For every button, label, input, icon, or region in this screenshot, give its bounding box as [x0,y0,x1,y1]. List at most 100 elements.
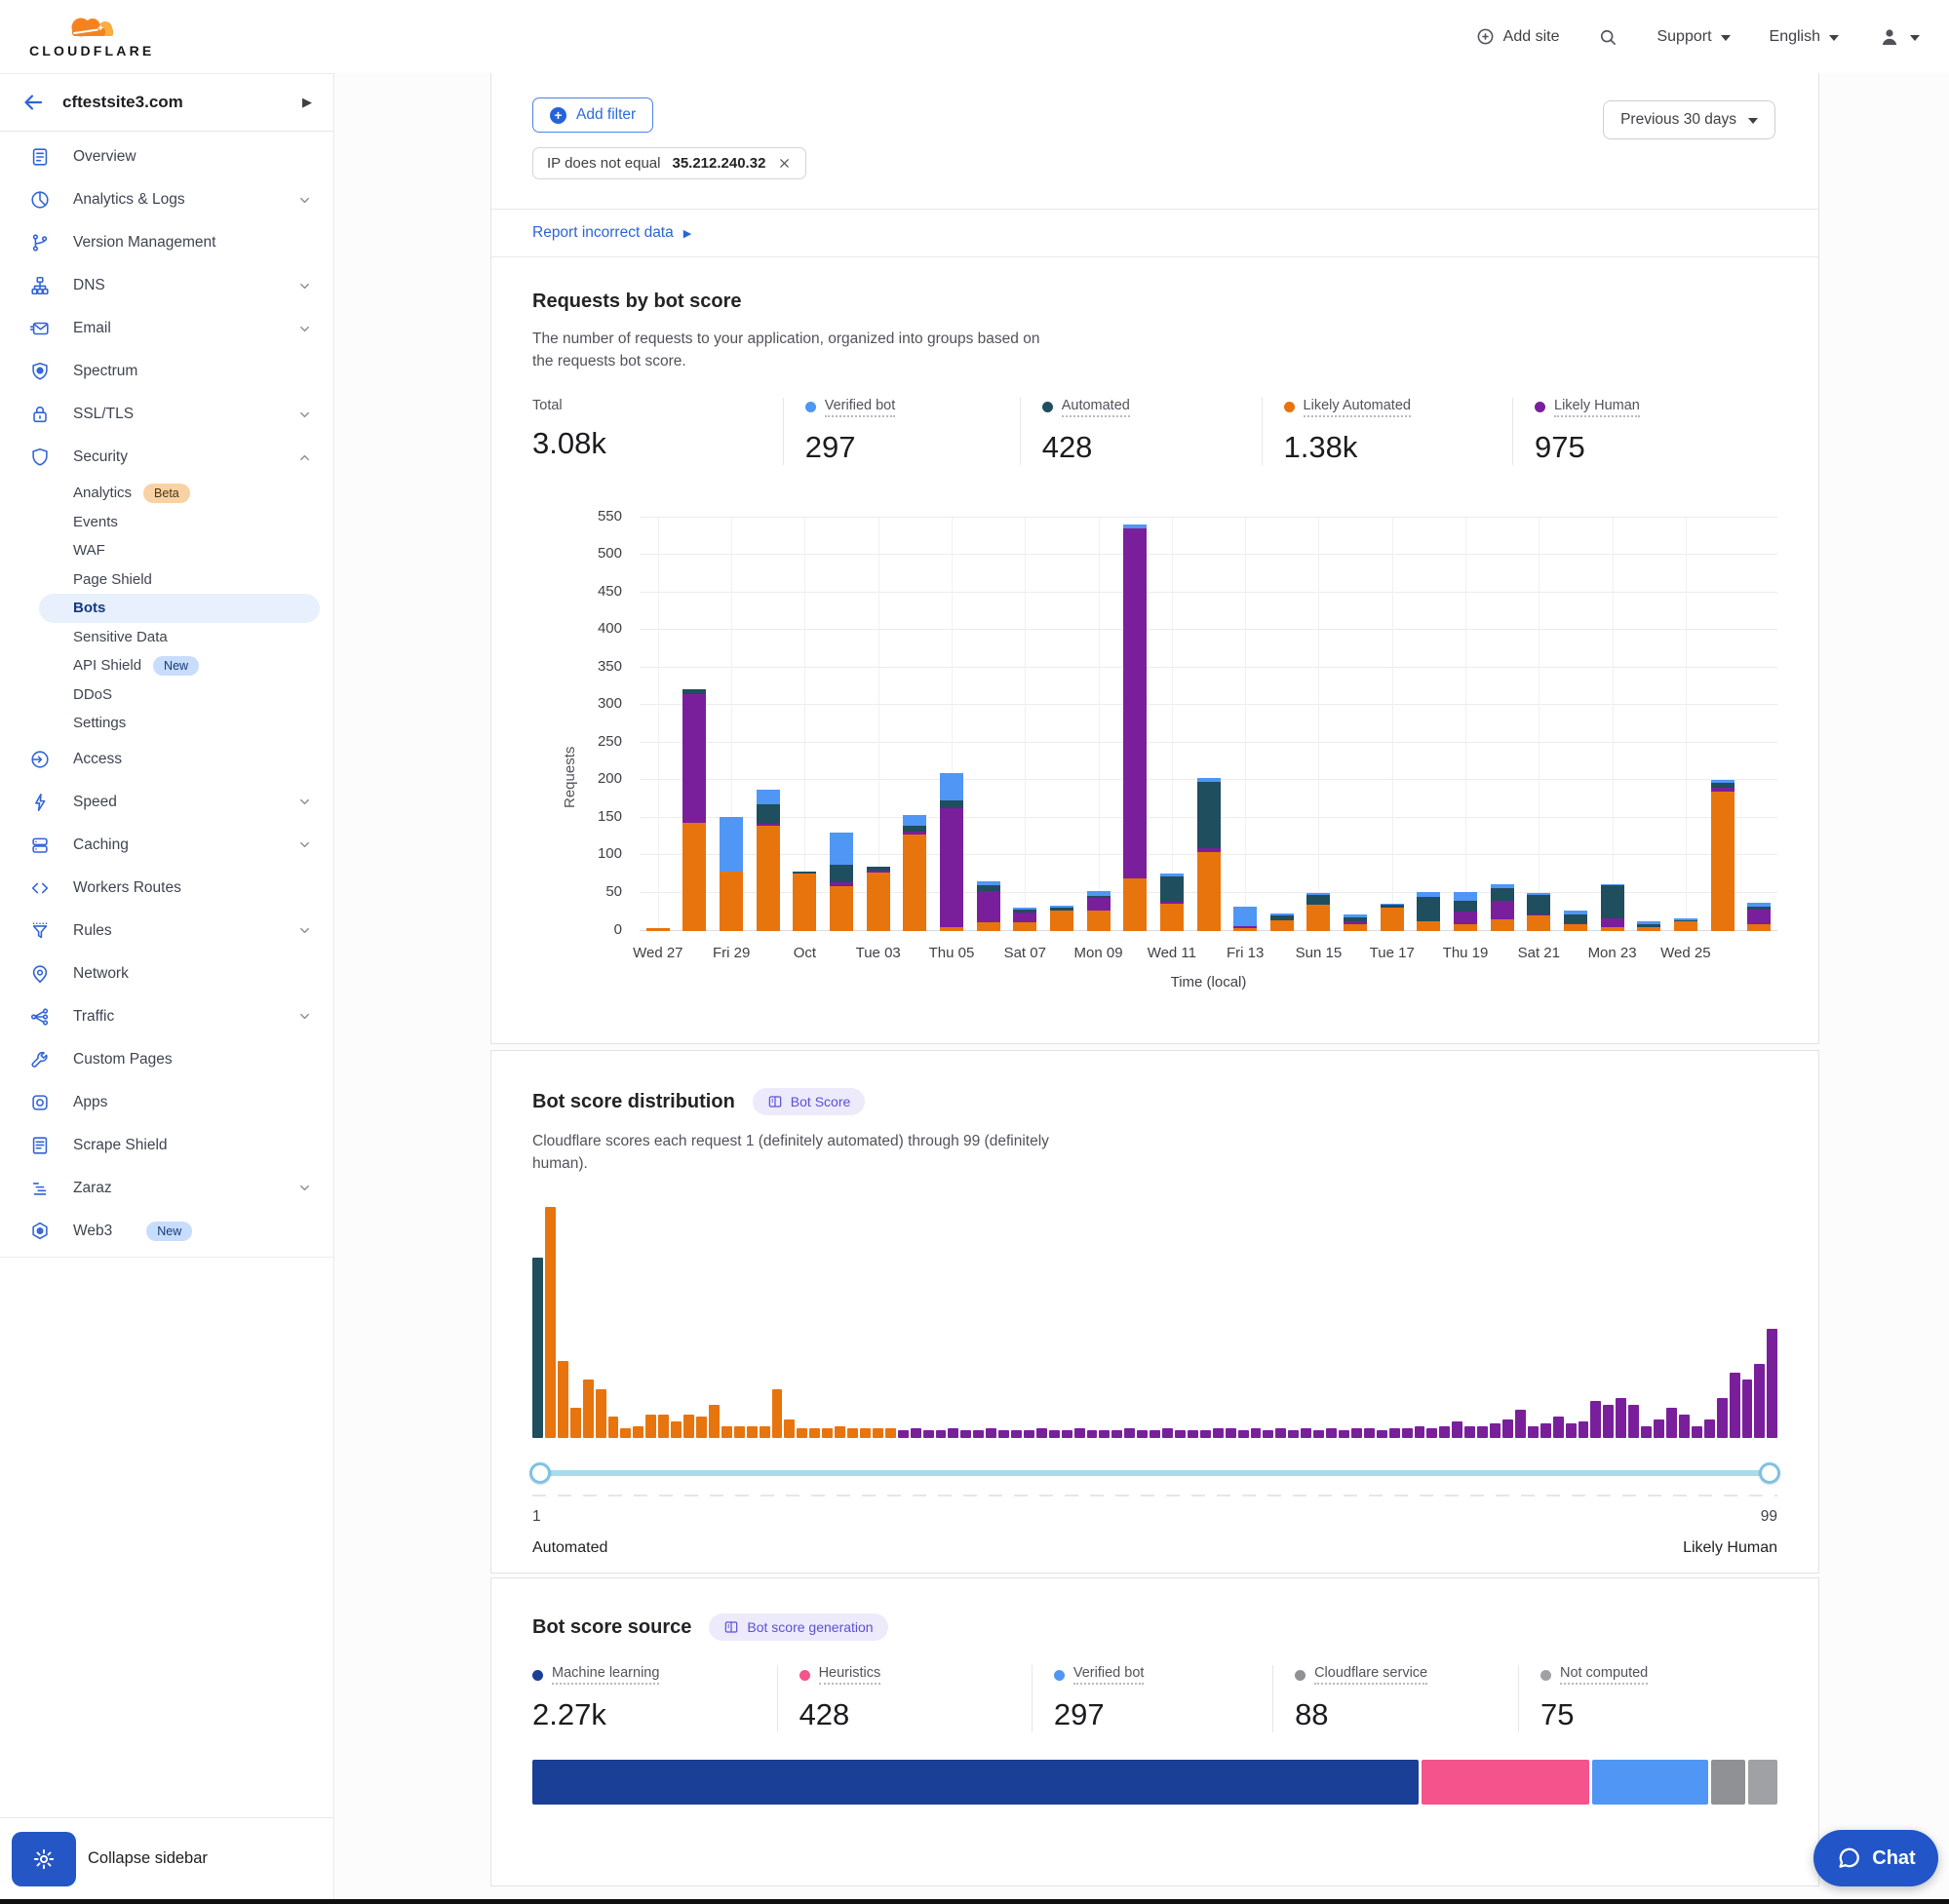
chart-bar[interactable] [1013,908,1036,931]
histogram-bar[interactable] [1590,1401,1601,1438]
chart-bar[interactable] [1527,893,1550,931]
histogram-bar[interactable] [873,1428,883,1437]
histogram-bar[interactable] [835,1426,845,1438]
stat-label-text[interactable]: Likely Automated [1304,398,1411,417]
histogram-bar[interactable] [948,1428,958,1437]
histogram-bar[interactable] [683,1415,694,1438]
sidebar-item-spectrum[interactable]: Spectrum [0,350,333,393]
histogram-bar[interactable] [1111,1430,1122,1437]
back-arrow-icon[interactable] [21,91,45,114]
chart-bar[interactable] [1601,884,1624,931]
stat-label-text[interactable]: Likely Human [1554,398,1640,417]
histogram-bar[interactable] [1464,1426,1475,1438]
chart-bar[interactable] [1637,921,1660,930]
sidebar-item-apps[interactable]: Apps [0,1081,333,1124]
histogram-bar[interactable] [797,1428,807,1437]
histogram-bar[interactable] [1730,1373,1740,1437]
histogram-bar[interactable] [671,1421,682,1438]
histogram-bar[interactable] [1415,1426,1425,1438]
histogram-bar[interactable] [1087,1430,1098,1437]
chevron-down-icon[interactable] [297,193,312,208]
sidebar-item-workers-routes[interactable]: Workers Routes [0,867,333,910]
histogram-bar[interactable] [1754,1364,1765,1438]
sidebar-item-dns[interactable]: DNS [0,264,333,307]
histogram-bar[interactable] [1099,1430,1110,1437]
chevron-down-icon[interactable] [297,322,312,336]
account-menu[interactable] [1878,25,1920,49]
date-range-select[interactable]: Previous 30 days [1603,100,1775,139]
settings-gear-button[interactable] [12,1832,76,1886]
histogram-bar[interactable] [1654,1419,1664,1438]
histogram-bar[interactable] [1679,1415,1690,1438]
stat-label-text[interactable]: Heuristics [819,1665,881,1685]
histogram-bar[interactable] [973,1430,984,1437]
chart-bar[interactable] [1123,525,1147,930]
histogram-bar[interactable] [1377,1430,1387,1437]
histogram-bar[interactable] [570,1408,581,1438]
histogram-bar[interactable] [1704,1419,1715,1438]
support-menu[interactable]: Support [1657,28,1730,46]
chart-bar[interactable] [1381,904,1404,931]
chart-bar[interactable] [903,815,926,931]
chevron-down-icon[interactable] [297,279,312,293]
chart-bar[interactable] [977,881,1000,930]
stat-label-text[interactable]: Cloudflare service [1314,1665,1427,1685]
histogram-bar[interactable] [760,1426,770,1438]
chevron-down-icon[interactable] [297,923,312,938]
site-name[interactable]: cftestsite3.com [62,93,183,112]
histogram-bar[interactable] [1692,1426,1702,1438]
histogram-bar[interactable] [721,1426,732,1438]
report-incorrect-data-link[interactable]: Report incorrect data ▶ [491,210,1818,257]
sidebar-item-analytics-logs[interactable]: Analytics & Logs [0,178,333,221]
source-segment-machine-learning[interactable] [532,1760,1419,1805]
histogram-bar[interactable] [1603,1405,1614,1437]
source-segment-cloudflare-service[interactable] [1711,1760,1745,1805]
histogram-bar[interactable] [1150,1430,1160,1437]
histogram-bar[interactable] [709,1405,720,1437]
language-menu[interactable]: English [1770,28,1839,46]
chevron-down-icon[interactable] [297,837,312,852]
histogram-bar[interactable] [1263,1430,1273,1437]
histogram-bar[interactable] [583,1379,594,1437]
histogram-bar[interactable] [960,1430,971,1437]
chart-bar[interactable] [757,790,780,931]
histogram-bar[interactable] [911,1428,921,1437]
chart-bar[interactable] [1270,913,1294,931]
histogram-bar[interactable] [1226,1428,1236,1437]
histogram-bar[interactable] [1616,1398,1626,1437]
histogram-bar[interactable] [1301,1428,1311,1437]
sidebar-item-analytics[interactable]: AnalyticsBeta [0,479,333,508]
histogram-bar[interactable] [1666,1408,1677,1438]
sidebar-item-settings[interactable]: Settings [0,709,333,738]
histogram-bar[interactable] [558,1361,568,1437]
source-segment-heuristics[interactable] [1422,1760,1588,1805]
histogram-bar[interactable] [1062,1430,1072,1437]
stat-label-text[interactable]: Machine learning [552,1665,659,1685]
site-expand-icon[interactable]: ▶ [302,95,312,110]
histogram-bar[interactable] [1502,1419,1513,1438]
histogram-bar[interactable] [1175,1430,1186,1437]
cloudflare-logo[interactable]: CLOUDFLARE [29,16,154,58]
histogram-bar[interactable] [1011,1430,1022,1437]
histogram-bar[interactable] [1124,1428,1135,1437]
histogram-bar[interactable] [936,1430,947,1437]
histogram-bar[interactable] [898,1430,909,1437]
histogram-bar[interactable] [885,1428,896,1437]
histogram-bar[interactable] [1137,1430,1148,1437]
filter-chip[interactable]: IP does not equal 35.212.240.32 [532,147,806,179]
histogram-bar[interactable] [1717,1398,1728,1437]
histogram-bar[interactable] [1188,1430,1198,1437]
histogram-bar[interactable] [1389,1428,1400,1437]
histogram-bar[interactable] [1213,1428,1224,1437]
histogram-bar[interactable] [658,1415,669,1438]
chart-bar[interactable] [1344,914,1367,930]
sidebar-item-email[interactable]: Email [0,307,333,350]
histogram-bar[interactable] [633,1426,643,1438]
histogram-bar[interactable] [1326,1428,1337,1437]
slider-track[interactable] [532,1470,1777,1476]
sidebar-item-zaraz[interactable]: Zaraz [0,1167,333,1210]
source-segment-not-computed[interactable] [1748,1760,1777,1805]
chart-bar[interactable] [682,689,706,930]
source-segment-verified-bot[interactable] [1592,1760,1708,1805]
chart-bar[interactable] [1454,892,1477,930]
